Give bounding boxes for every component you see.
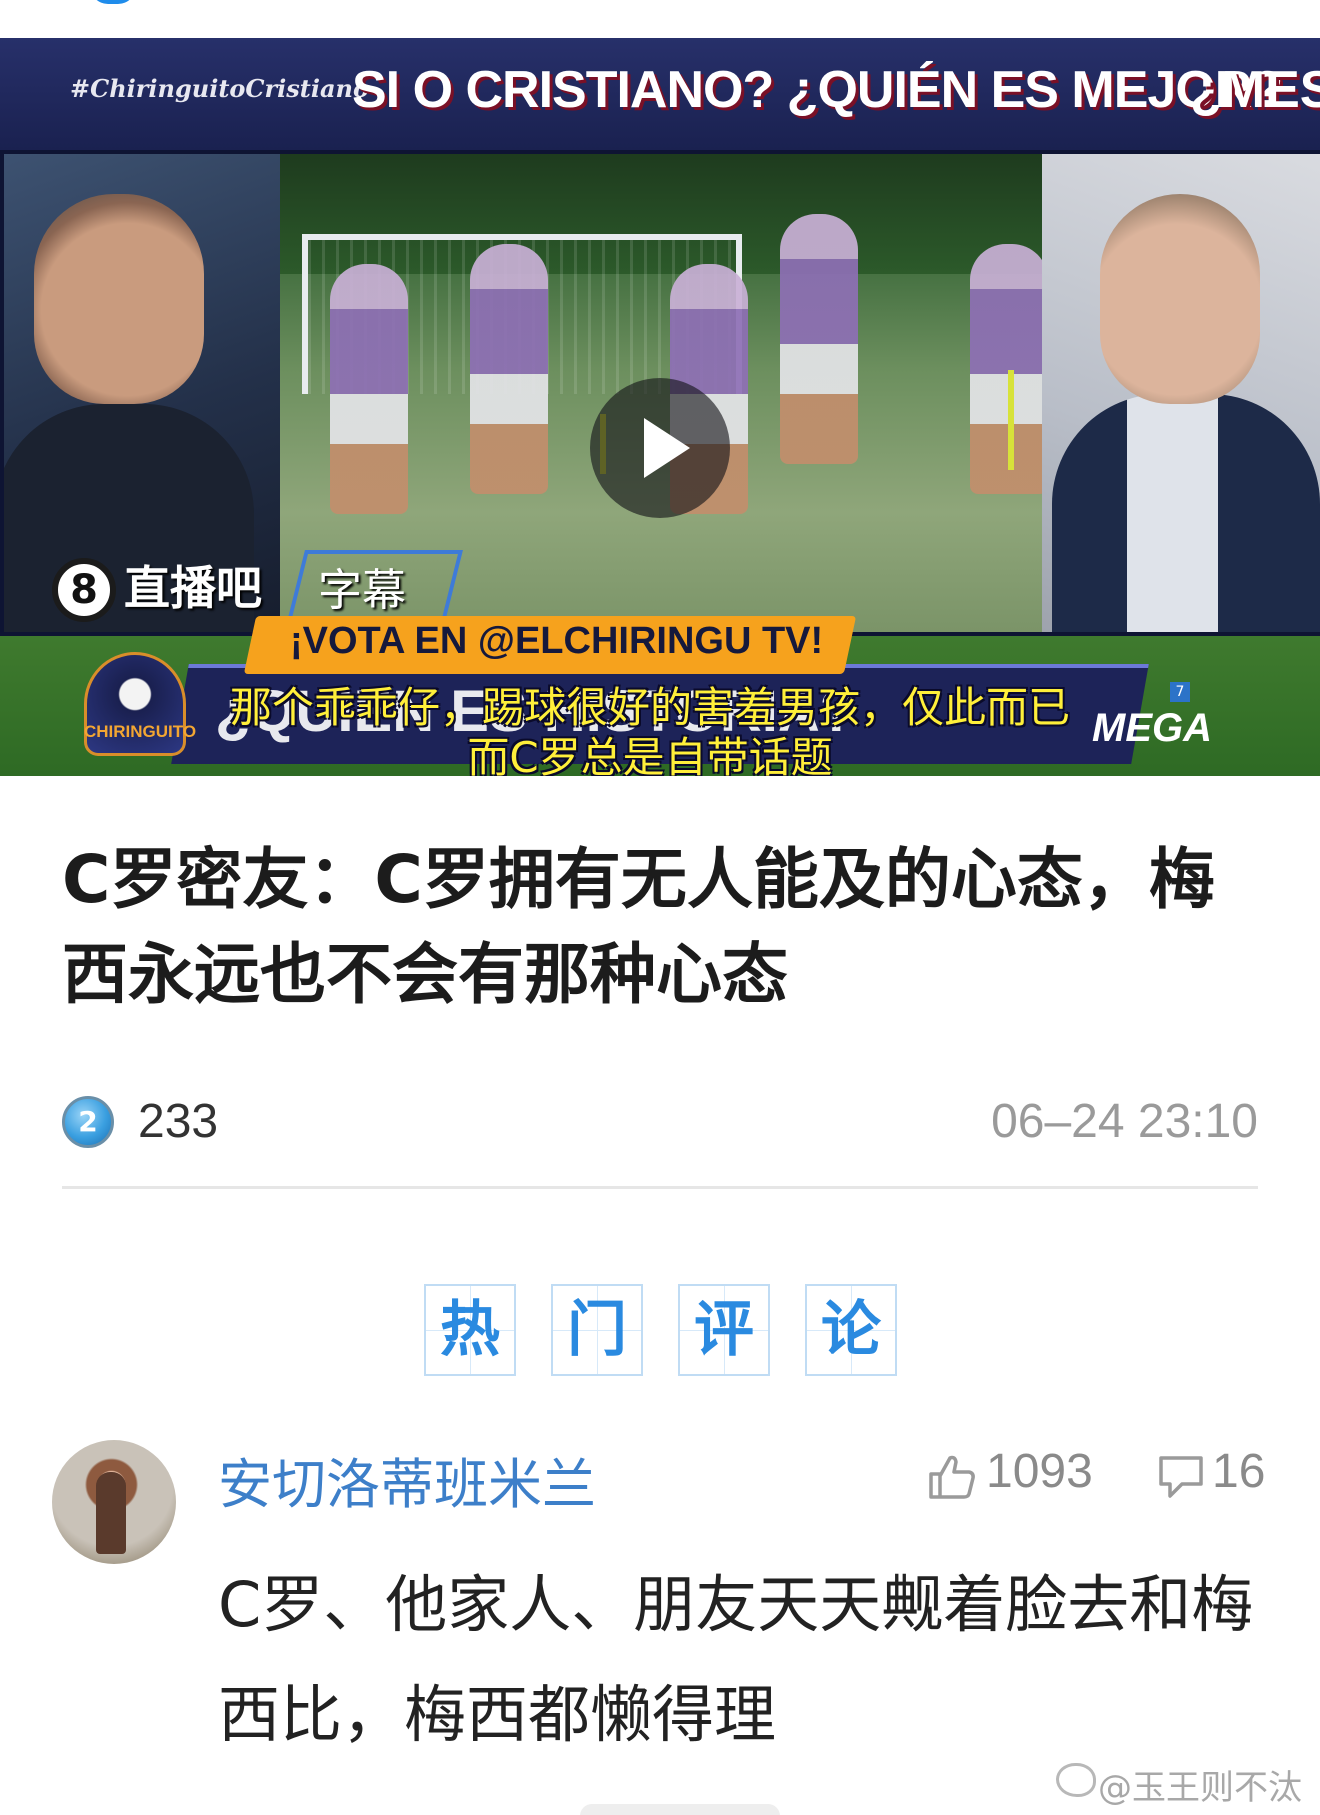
play-icon	[644, 418, 690, 478]
article-meta: 2 233 06–24 23:10	[62, 1090, 1258, 1152]
pundit-right-panel	[1042, 154, 1320, 632]
avatar[interactable]	[52, 1440, 176, 1564]
player-figure	[470, 244, 548, 494]
status-bar	[0, 0, 1320, 38]
vote-text: ¡VOTA EN @ELCHIRINGU TV!	[290, 620, 824, 662]
heading-char: 评	[678, 1284, 770, 1376]
status-indicator	[90, 0, 136, 4]
pundit-right-head	[1100, 194, 1260, 404]
article-title: C罗密友：C罗拥有无人能及的心态，梅西永远也不会有那种心态	[62, 841, 1215, 1013]
heading-char: 论	[805, 1284, 897, 1376]
comment-item: 安切洛蒂班米兰 1093 16 C罗、他家人、朋友天天觍着脸去和梅西比，梅西都懒…	[52, 1438, 1268, 1751]
training-pole	[1008, 370, 1014, 470]
reply-count: 16	[1212, 1445, 1266, 1498]
broadcast-hashtag: #ChiringuitoCristiano	[70, 74, 370, 103]
pundit-right-body	[1052, 394, 1320, 632]
weibo-icon	[1056, 1763, 1096, 1797]
view-count-icon: 2	[62, 1096, 114, 1148]
comment-text: C罗、他家人、朋友天天觍着脸去和梅西比，梅西都懒得理	[218, 1568, 1254, 1751]
player-figure	[970, 244, 1042, 494]
player-figure	[330, 264, 408, 514]
network-badge: 7	[1170, 682, 1190, 702]
reply-icon[interactable]	[1158, 1454, 1204, 1500]
subtitle-line-2: 而C罗总是自带话题	[467, 733, 833, 776]
broadcast-headline: SI O CRISTIANO? ¿QUIÉN ES MEJOR?	[352, 61, 1283, 119]
publish-time: 06–24 23:10	[991, 1095, 1258, 1148]
subtitle-tag: 字幕	[318, 565, 406, 616]
divider	[62, 1186, 1258, 1189]
bottom-bar-handle	[580, 1804, 780, 1815]
zhibo8-logo-icon: 8	[52, 558, 116, 622]
broadcast-headline-cut: ¿MESS	[1190, 61, 1320, 119]
video-player[interactable]: #ChiringuitoCristiano SI O CRISTIANO? ¿Q…	[0, 38, 1320, 776]
like-count: 1093	[986, 1445, 1093, 1498]
player-figure	[780, 214, 858, 464]
thumbs-up-icon[interactable]	[928, 1454, 976, 1500]
watermark: @玉王则不汰	[1098, 1768, 1302, 1808]
broadcast-top-bar: #ChiringuitoCristiano SI O CRISTIANO? ¿Q…	[0, 38, 1320, 150]
avatar-figure	[96, 1472, 126, 1554]
commenter-name[interactable]: 安切洛蒂班米兰	[218, 1440, 596, 1519]
zhibo8-brand-name: 直播吧	[124, 561, 262, 615]
play-button[interactable]	[590, 378, 730, 518]
heading-char: 热	[424, 1284, 516, 1376]
heading-char: 门	[551, 1284, 643, 1376]
pundit-left-head	[34, 194, 204, 404]
hot-comments-heading: 热 门 评 论	[424, 1284, 898, 1376]
view-count: 233	[138, 1095, 219, 1148]
